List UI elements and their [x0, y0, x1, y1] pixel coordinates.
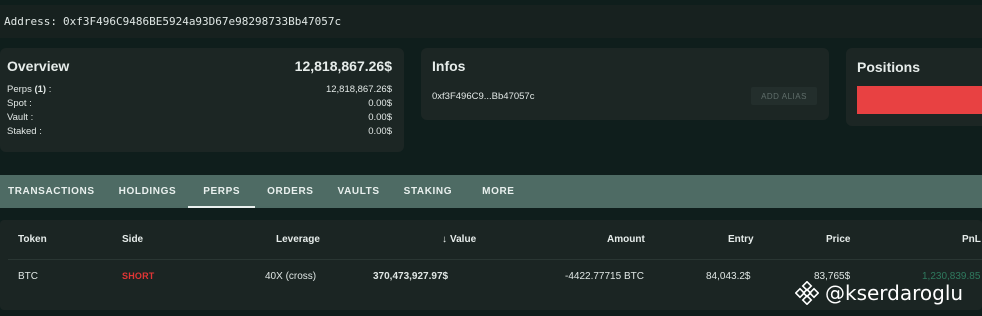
overview-spot-value: 0.00$ [368, 98, 392, 109]
overview-title: Overview [7, 58, 70, 74]
overview-card: Overview 12,818,867.26$ Perps (1) : 12,8… [0, 48, 404, 152]
cell-value: 370,473,927.97$ [373, 271, 449, 282]
overview-vault-value: 0.00$ [368, 112, 392, 123]
col-header-amount[interactable]: Amount [607, 234, 645, 245]
col-header-value[interactable]: ↓ Value [442, 234, 476, 245]
tab-transactions[interactable]: TRANSACTIONS [0, 175, 107, 208]
tab-staking[interactable]: STAKING [392, 175, 464, 208]
infos-title: Infos [432, 58, 466, 74]
positions-title: Positions [857, 59, 921, 75]
tab-orders[interactable]: ORDERS [255, 175, 325, 208]
overview-total: 12,818,867.26$ [294, 58, 392, 74]
table-divider [8, 259, 982, 260]
overview-perps-label: Perps (1) : [7, 84, 52, 95]
cell-token: BTC [18, 271, 38, 282]
overview-staked-label: Staked : [7, 126, 42, 137]
overview-staked-value: 0.00$ [368, 126, 392, 137]
col-header-token[interactable]: Token [18, 234, 47, 245]
arrow-down-icon: ↓ [442, 234, 447, 245]
positions-bar [857, 86, 982, 114]
overview-spot-label: Spot : [7, 98, 32, 109]
watermark: @kserdaroglu [795, 281, 963, 305]
cell-leverage: 40X (cross) [265, 271, 317, 282]
overview-row-vault: Vault : 0.00$ [7, 111, 392, 125]
overview-row-perps: Perps (1) : 12,818,867.26$ [7, 83, 392, 97]
col-header-entry[interactable]: Entry [728, 234, 754, 245]
address-label: Address: [4, 15, 57, 28]
col-header-pnl[interactable]: PnL [962, 234, 981, 245]
tab-vaults[interactable]: VAULTS [326, 175, 392, 208]
overview-row-staked: Staked : 0.00$ [7, 125, 392, 139]
positions-card: Positions [846, 48, 982, 126]
tab-holdings[interactable]: HOLDINGS [107, 175, 189, 208]
infos-address: 0xf3F496C9...Bb47057c [432, 90, 535, 102]
add-alias-button[interactable]: ADD ALIAS [751, 87, 817, 105]
overview-perps-value: 12,818,867.26$ [325, 84, 392, 95]
cell-amount: -4422.77715 BTC [565, 271, 644, 282]
infos-card: Infos 0xf3F496C9...Bb47057c ADD ALIAS [421, 48, 829, 120]
col-header-side[interactable]: Side [122, 234, 143, 245]
col-header-leverage[interactable]: Leverage [276, 234, 320, 245]
cell-side: SHORT [122, 271, 155, 281]
cell-entry: 84,043.2$ [706, 271, 751, 282]
watermark-text: @kserdaroglu [825, 281, 964, 305]
overview-row-spot: Spot : 0.00$ [7, 97, 392, 111]
col-header-price[interactable]: Price [826, 234, 850, 245]
tab-bar: TRANSACTIONS HOLDINGS PERPS ORDERS VAULT… [0, 175, 982, 208]
tab-perps[interactable]: PERPS [188, 175, 256, 208]
overview-vault-label: Vault : [7, 112, 34, 123]
binance-logo-icon [795, 281, 819, 305]
tab-more[interactable]: MORE [464, 175, 526, 208]
address-value[interactable]: 0xf3F496C9486BE5924a93D67e98298733Bb4705… [63, 15, 341, 28]
address-bar: Address: 0xf3F496C9486BE5924a93D67e98298… [0, 5, 982, 38]
